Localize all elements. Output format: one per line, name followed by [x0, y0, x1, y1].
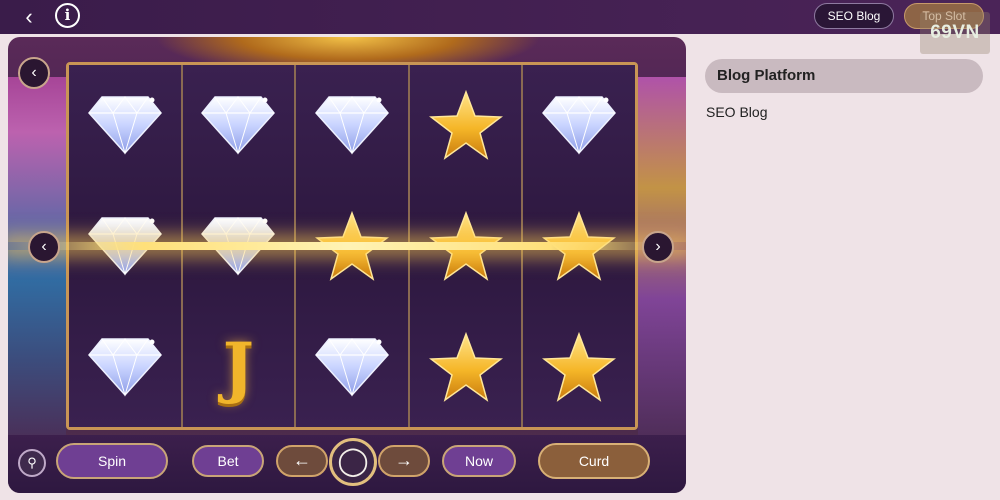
diamond-symbol-icon	[87, 95, 162, 156]
next-arrow-button[interactable]: ›	[642, 231, 674, 263]
symbol-cell	[69, 306, 181, 427]
back-button[interactable]: ‹	[14, 4, 44, 30]
logo-watermark: 69VN	[920, 12, 990, 54]
spin-ring-icon: ◯	[337, 445, 369, 476]
casino-background-left	[8, 77, 66, 447]
collapse-button[interactable]: ‹	[18, 57, 50, 89]
now-button[interactable]: Now	[442, 445, 516, 477]
symbol-cell	[296, 65, 408, 186]
curd-button[interactable]: Curd	[538, 443, 650, 479]
increase-button[interactable]: →	[378, 445, 430, 477]
home-button[interactable]: ⚲	[18, 449, 46, 477]
symbol-cell	[523, 65, 635, 186]
letter-symbol: J	[222, 327, 254, 406]
diamond-symbol-icon	[201, 95, 276, 156]
info-button[interactable]: i	[55, 3, 80, 28]
diamond-symbol-icon	[542, 95, 617, 156]
symbol-cell	[410, 306, 522, 427]
spin-button[interactable]: Spin	[56, 443, 168, 479]
symbol-cell	[296, 306, 408, 427]
symbol-cell	[410, 65, 522, 186]
top-bar: ‹ i SEO Blog Top Slot	[0, 0, 1000, 34]
star-symbol-icon	[428, 90, 503, 161]
decrease-button[interactable]: ←	[276, 445, 328, 477]
diamond-symbol-icon	[87, 337, 162, 397]
symbol-cell	[69, 65, 181, 186]
chevron-left-icon: ‹	[25, 4, 33, 29]
home-icon: ⚲	[27, 455, 37, 470]
bet-button[interactable]: Bet	[192, 445, 264, 477]
auto-spin-button[interactable]: ◯	[329, 438, 377, 486]
previous-arrow-button[interactable]: ‹	[28, 231, 60, 263]
control-bar: ⚲ Spin Bet ← ◯ → Now Curd	[8, 435, 686, 493]
diamond-symbol-icon	[314, 95, 389, 156]
diamond-symbol-icon	[314, 337, 389, 397]
seo-blog-link[interactable]: SEO Blog	[706, 104, 767, 120]
symbol-cell	[183, 65, 295, 186]
symbol-cell: J	[183, 306, 295, 427]
info-icon: i	[64, 6, 71, 24]
seo-blog-button[interactable]: SEO Blog	[814, 3, 894, 29]
star-symbol-icon	[428, 331, 503, 402]
win-payline	[8, 242, 686, 250]
star-symbol-icon	[542, 331, 617, 402]
symbol-cell	[523, 306, 635, 427]
slot-game: J ‹ ‹ › ⚲ Spin Bet ← ◯ → Now Curd	[8, 37, 686, 493]
panel-title[interactable]: Blog Platform	[705, 59, 983, 93]
